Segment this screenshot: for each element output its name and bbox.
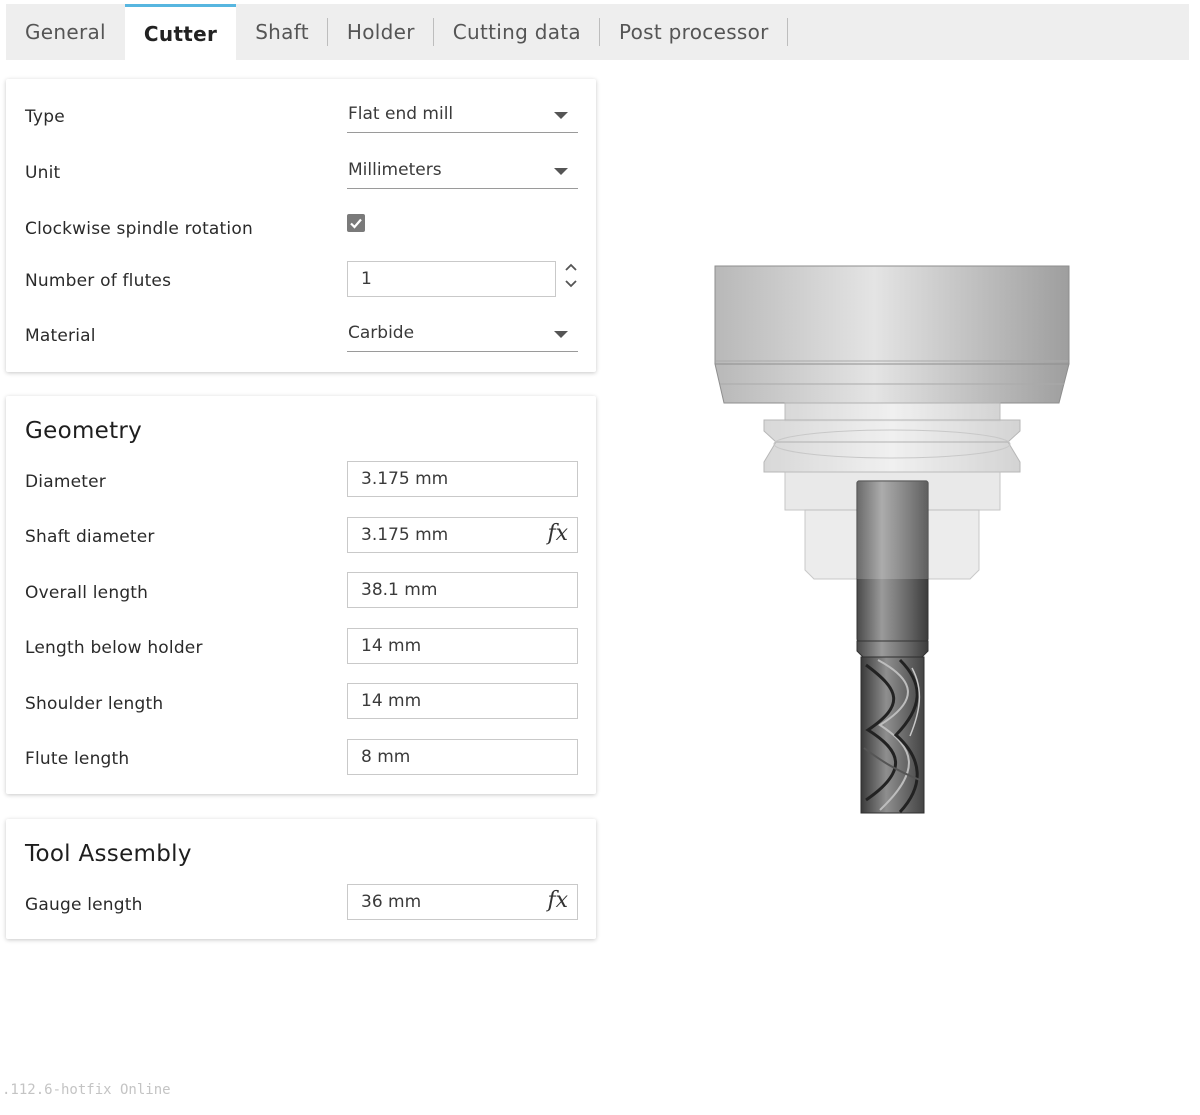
clockwise-spindle-checkbox[interactable] xyxy=(347,214,365,232)
clockwise-spindle-label: Clockwise spindle rotation xyxy=(25,219,253,239)
diameter-input[interactable]: 3.175 mm xyxy=(347,461,578,497)
diameter-label: Diameter xyxy=(25,472,106,492)
diameter-value: 3.175 mm xyxy=(361,469,449,489)
tab-holder[interactable]: Holder xyxy=(328,4,434,60)
unit-select[interactable]: Millimeters xyxy=(347,156,578,189)
shaft-diameter-value: 3.175 mm xyxy=(361,525,449,545)
type-value: Flat end mill xyxy=(348,104,454,124)
tab-label: Shaft xyxy=(255,20,309,44)
flutes-label: Number of flutes xyxy=(25,271,172,291)
flute-length-label: Flute length xyxy=(25,749,130,769)
flute-length-input[interactable]: 8 mm xyxy=(347,739,578,775)
shaft-diameter-label: Shaft diameter xyxy=(25,527,155,547)
tab-separator xyxy=(786,18,788,46)
tab-label: Cutter xyxy=(143,21,218,46)
length-below-holder-label: Length below holder xyxy=(25,638,203,658)
tab-label: Post processor xyxy=(618,20,769,44)
tab-shaft[interactable]: Shaft xyxy=(236,4,328,60)
shoulder-length-input[interactable]: 14 mm xyxy=(347,683,578,719)
length-below-holder-value: 14 mm xyxy=(361,636,422,656)
material-select[interactable]: Carbide xyxy=(347,319,578,352)
material-value: Carbide xyxy=(348,323,415,343)
chevron-down-icon xyxy=(554,168,568,175)
overall-length-input[interactable]: 38.1 mm xyxy=(347,572,578,608)
tab-general[interactable]: General xyxy=(6,4,125,60)
shoulder-length-value: 14 mm xyxy=(361,691,422,711)
chevron-down-icon xyxy=(554,331,568,338)
flutes-input[interactable]: 1 xyxy=(347,261,556,297)
gauge-length-value: 36 mm xyxy=(361,892,422,912)
material-label: Material xyxy=(25,326,96,346)
gauge-length-label: Gauge length xyxy=(25,895,143,915)
tab-label: General xyxy=(25,20,106,44)
tab-cutting-data[interactable]: Cutting data xyxy=(434,4,600,60)
type-label: Type xyxy=(25,107,65,127)
type-select[interactable]: Flat end mill xyxy=(347,100,578,133)
overall-length-label: Overall length xyxy=(25,583,149,603)
geometry-title: Geometry xyxy=(25,418,143,444)
checkmark-icon xyxy=(350,218,362,229)
geometry-panel: Geometry Diameter 3.175 mm Shaft diamete… xyxy=(6,396,596,794)
tab-label: Holder xyxy=(346,20,415,44)
unit-value: Millimeters xyxy=(348,160,442,180)
cutter-panel: Type Flat end mill Unit Millimeters Cloc… xyxy=(6,79,596,372)
formula-fx-icon[interactable]: fx xyxy=(547,888,568,913)
length-below-holder-input[interactable]: 14 mm xyxy=(347,628,578,664)
version-footer: .112.6-hotfix Online xyxy=(2,1082,171,1098)
tab-cutter[interactable]: Cutter xyxy=(124,4,237,60)
shoulder-length-label: Shoulder length xyxy=(25,694,164,714)
flutes-value: 1 xyxy=(361,269,372,289)
tool-assembly-panel: Tool Assembly Gauge length 36 mm fx xyxy=(6,819,596,939)
stepper-arrows-icon xyxy=(565,263,577,288)
tool-assembly-title: Tool Assembly xyxy=(25,841,192,867)
unit-label: Unit xyxy=(25,163,61,183)
overall-length-value: 38.1 mm xyxy=(361,580,438,600)
formula-fx-icon[interactable]: fx xyxy=(547,521,568,546)
flutes-stepper[interactable] xyxy=(564,261,578,295)
gauge-length-input[interactable]: 36 mm fx xyxy=(347,884,578,920)
tab-label: Cutting data xyxy=(452,20,581,44)
flute-length-value: 8 mm xyxy=(361,747,411,767)
shaft-diameter-input[interactable]: 3.175 mm fx xyxy=(347,517,578,553)
tab-bar: General Cutter Shaft Holder Cutting data… xyxy=(6,4,1189,60)
tab-post-processor[interactable]: Post processor xyxy=(600,4,788,60)
chevron-down-icon xyxy=(554,112,568,119)
tool-preview-image xyxy=(714,265,1070,814)
